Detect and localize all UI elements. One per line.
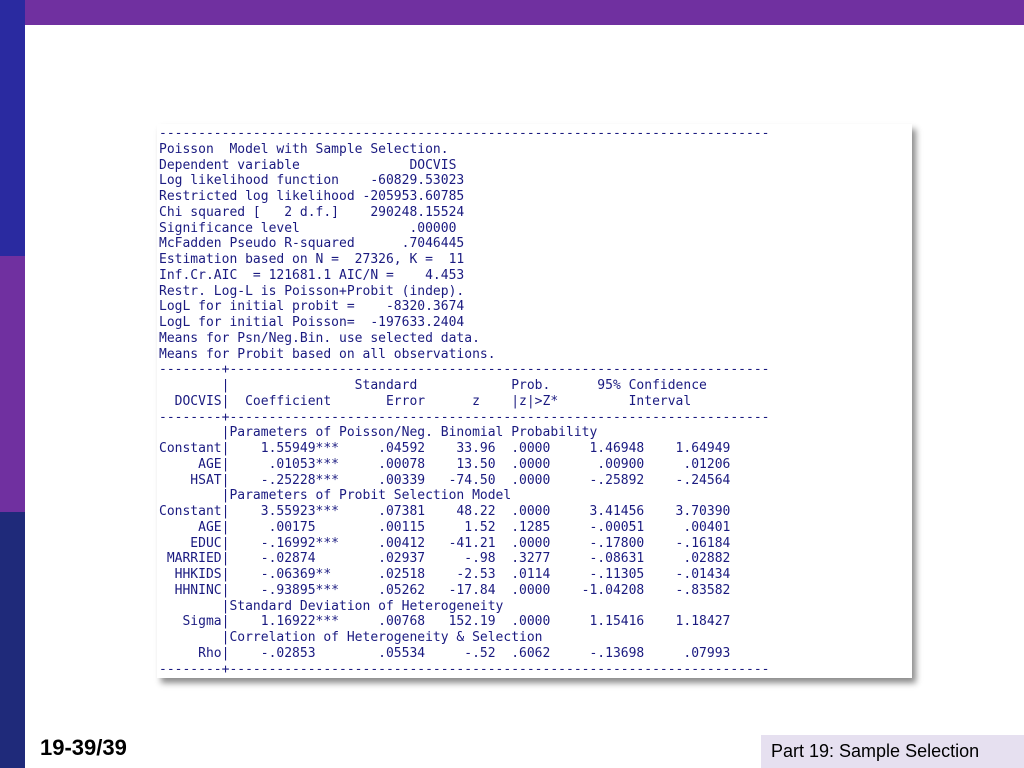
output-line: |Parameters of Poisson/Neg. Binomial Pro… [159,425,598,441]
output-line: EDUC| -.16992*** .00412 -41.21 .0000 -.1… [159,535,731,551]
output-line: Means for Probit based on all observatio… [159,346,496,362]
output-line: ----------------------------------------… [159,126,770,141]
output-line: |Correlation of Heterogeneity & Selectio… [159,630,543,645]
output-line: HHNINC| -.93895*** .05262 -17.84 .0000 -… [159,582,731,598]
output-line: Constant| 3.55923*** .07381 48.22 .0000 … [159,504,731,519]
output-line: Significance level .00000 [159,220,457,236]
output-line: HSAT| -.25228*** .00339 -74.50 .0000 -.2… [159,472,731,488]
output-line: | Standard Prob. 95% Confidence [159,378,707,393]
output-line: |Parameters of Probit Selection Model [159,488,512,504]
output-line: |Standard Deviation of Heterogeneity [159,598,504,614]
regression-output-panel: ----------------------------------------… [157,124,912,678]
output-line: Restricted log likelihood -205953.60785 [159,189,465,204]
page-number: 19-39/39 [40,735,127,760]
top-accent-bar [0,0,1024,25]
left-bar-segment-bottom [0,512,25,768]
section-label: Part 19: Sample Selection [761,735,1024,768]
output-line: Sigma| 1.16922*** .00768 152.19 .0000 1.… [159,614,731,630]
left-bar-segment-middle [0,256,25,512]
output-line: Rho| -.02853 .05534 -.52 .6062 -.13698 .… [159,645,731,661]
output-line: Inf.Cr.AIC = 121681.1 AIC/N = 4.453 [159,267,465,283]
output-line: Poisson Model with Sample Selection. [159,141,449,157]
output-line: Estimation based on N = 27326, K = 11 [159,252,465,267]
output-line: Constant| 1.55949*** .04592 33.96 .0000 … [159,441,731,456]
regression-output-text: ----------------------------------------… [157,124,912,677]
output-line: Means for Psn/Neg.Bin. use selected data… [159,330,480,346]
output-line: Dependent variable DOCVIS [159,157,457,173]
output-line: MARRIED| -.02874 .02937 -.98 .3277 -.086… [159,551,731,567]
output-line: Log likelihood function -60829.53023 [159,173,465,189]
output-line: LogL for initial Poisson= -197633.2404 [159,315,465,330]
output-line: AGE| .01053*** .00078 13.50 .0000 .00900… [159,456,731,472]
output-line: AGE| .00175 .00115 1.52 .1285 -.00051 .0… [159,519,731,535]
output-line: --------+-------------------------------… [159,362,770,378]
output-line: Chi squared [ 2 d.f.] 290248.15524 [159,204,465,220]
output-line: --------+-------------------------------… [159,661,770,677]
output-line: McFadden Pseudo R-squared .7046445 [159,236,465,252]
output-line: Restr. Log-L is Poisson+Probit (indep). [159,283,465,299]
output-line: DOCVIS| Coefficient Error z |z|>Z* Inter… [159,393,692,409]
left-bar-segment-top [0,0,25,256]
output-line: LogL for initial probit = -8320.3674 [159,299,465,315]
output-line: --------+-------------------------------… [159,409,770,425]
left-accent-bar [0,0,25,768]
output-line: HHKIDS| -.06369** .02518 -2.53 .0114 -.1… [159,567,731,582]
